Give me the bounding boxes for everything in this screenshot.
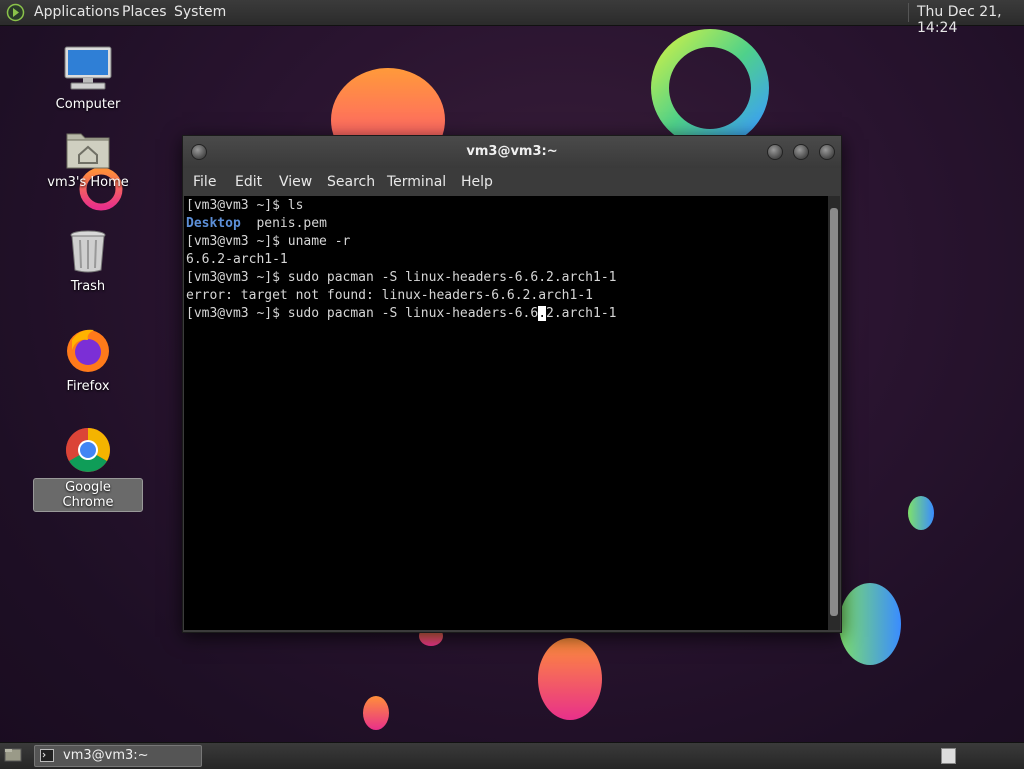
desktop-icon-label: Firefox	[66, 379, 110, 394]
chrome-icon	[66, 428, 110, 472]
terminal-line: [vm3@vm3 ~]$ uname -r	[186, 234, 351, 249]
home-folder-icon	[66, 133, 110, 169]
terminal-line: [vm3@vm3 ~]$ sudo pacman -S linux-header…	[186, 270, 617, 285]
menu-help[interactable]: Help	[461, 174, 493, 190]
menu-file[interactable]: File	[193, 174, 216, 190]
terminal-icon	[40, 749, 54, 762]
desktop-icon-firefox[interactable]: Firefox	[33, 326, 143, 395]
terminal-line: error: target not found: linux-headers-6…	[186, 288, 593, 303]
workspace-switcher[interactable]	[941, 748, 956, 764]
computer-icon	[64, 46, 112, 90]
terminal-scrollbar[interactable]	[828, 196, 840, 630]
prompt-input-before-cursor: [vm3@vm3 ~]$ sudo pacman -S linux-header…	[186, 306, 539, 321]
desktop-icon-label: Trash	[70, 279, 106, 294]
window-titlebar[interactable]: vm3@vm3:~	[183, 136, 841, 168]
terminal-current-line: [vm3@vm3 ~]$ sudo pacman -S linux-header…	[186, 305, 616, 323]
menu-edit[interactable]: Edit	[235, 174, 262, 190]
terminal-line: [vm3@vm3 ~]$ ls	[186, 198, 304, 213]
prompt-input-after-cursor: 2.arch1-1	[546, 306, 617, 321]
trash-icon	[70, 230, 106, 273]
scrollbar-thumb[interactable]	[830, 208, 838, 616]
taskbar-button-label: vm3@vm3:~	[63, 748, 149, 763]
text-cursor: .	[538, 306, 547, 321]
terminal-menubar: File Edit View Search Terminal Help	[183, 170, 841, 196]
menu-terminal[interactable]: Terminal	[387, 174, 446, 190]
firefox-icon	[67, 329, 109, 372]
applications-menu-icon[interactable]	[6, 3, 25, 22]
desktop-icon-trash[interactable]: Trash	[33, 228, 143, 295]
bottom-panel: vm3@vm3:~	[0, 742, 1024, 769]
menu-applications[interactable]: Applications	[34, 4, 120, 20]
close-button[interactable]	[819, 144, 835, 160]
menu-places[interactable]: Places	[122, 4, 167, 20]
terminal-window[interactable]: vm3@vm3:~ File Edit View Search Terminal…	[182, 135, 842, 633]
show-desktop-icon[interactable]	[4, 747, 22, 763]
maximize-button[interactable]	[793, 144, 809, 160]
top-panel: Applications Places System Thu Dec 21, 1…	[0, 0, 1024, 36]
terminal-line: 6.6.2-arch1-1	[186, 252, 288, 267]
desktop-icon-label: Computer	[55, 97, 121, 112]
terminal-output[interactable]: [vm3@vm3 ~]$ ls Desktop penis.pem [vm3@v…	[184, 196, 828, 630]
panel-separator	[908, 3, 909, 22]
desktop-icon-computer[interactable]: Computer	[33, 44, 143, 113]
desktop-icon-home[interactable]: vm3's Home	[33, 128, 143, 191]
minimize-button[interactable]	[767, 144, 783, 160]
taskbar-button-terminal[interactable]: vm3@vm3:~	[34, 745, 202, 767]
window-title: vm3@vm3:~	[466, 144, 558, 159]
file-entry: penis.pem	[256, 216, 327, 231]
terminal-line: Desktop penis.pem	[186, 215, 327, 233]
desktop-icon-google-chrome[interactable]: Google Chrome	[33, 426, 143, 512]
clock[interactable]: Thu Dec 21, 14:24	[917, 4, 1024, 36]
desktop-icon-label: vm3's Home	[47, 175, 129, 190]
desktop-icon-label: Google Chrome	[33, 478, 143, 512]
menu-search[interactable]: Search	[327, 174, 375, 190]
menu-system[interactable]: System	[174, 4, 226, 20]
menu-view[interactable]: View	[279, 174, 312, 190]
directory-entry: Desktop	[186, 216, 241, 231]
